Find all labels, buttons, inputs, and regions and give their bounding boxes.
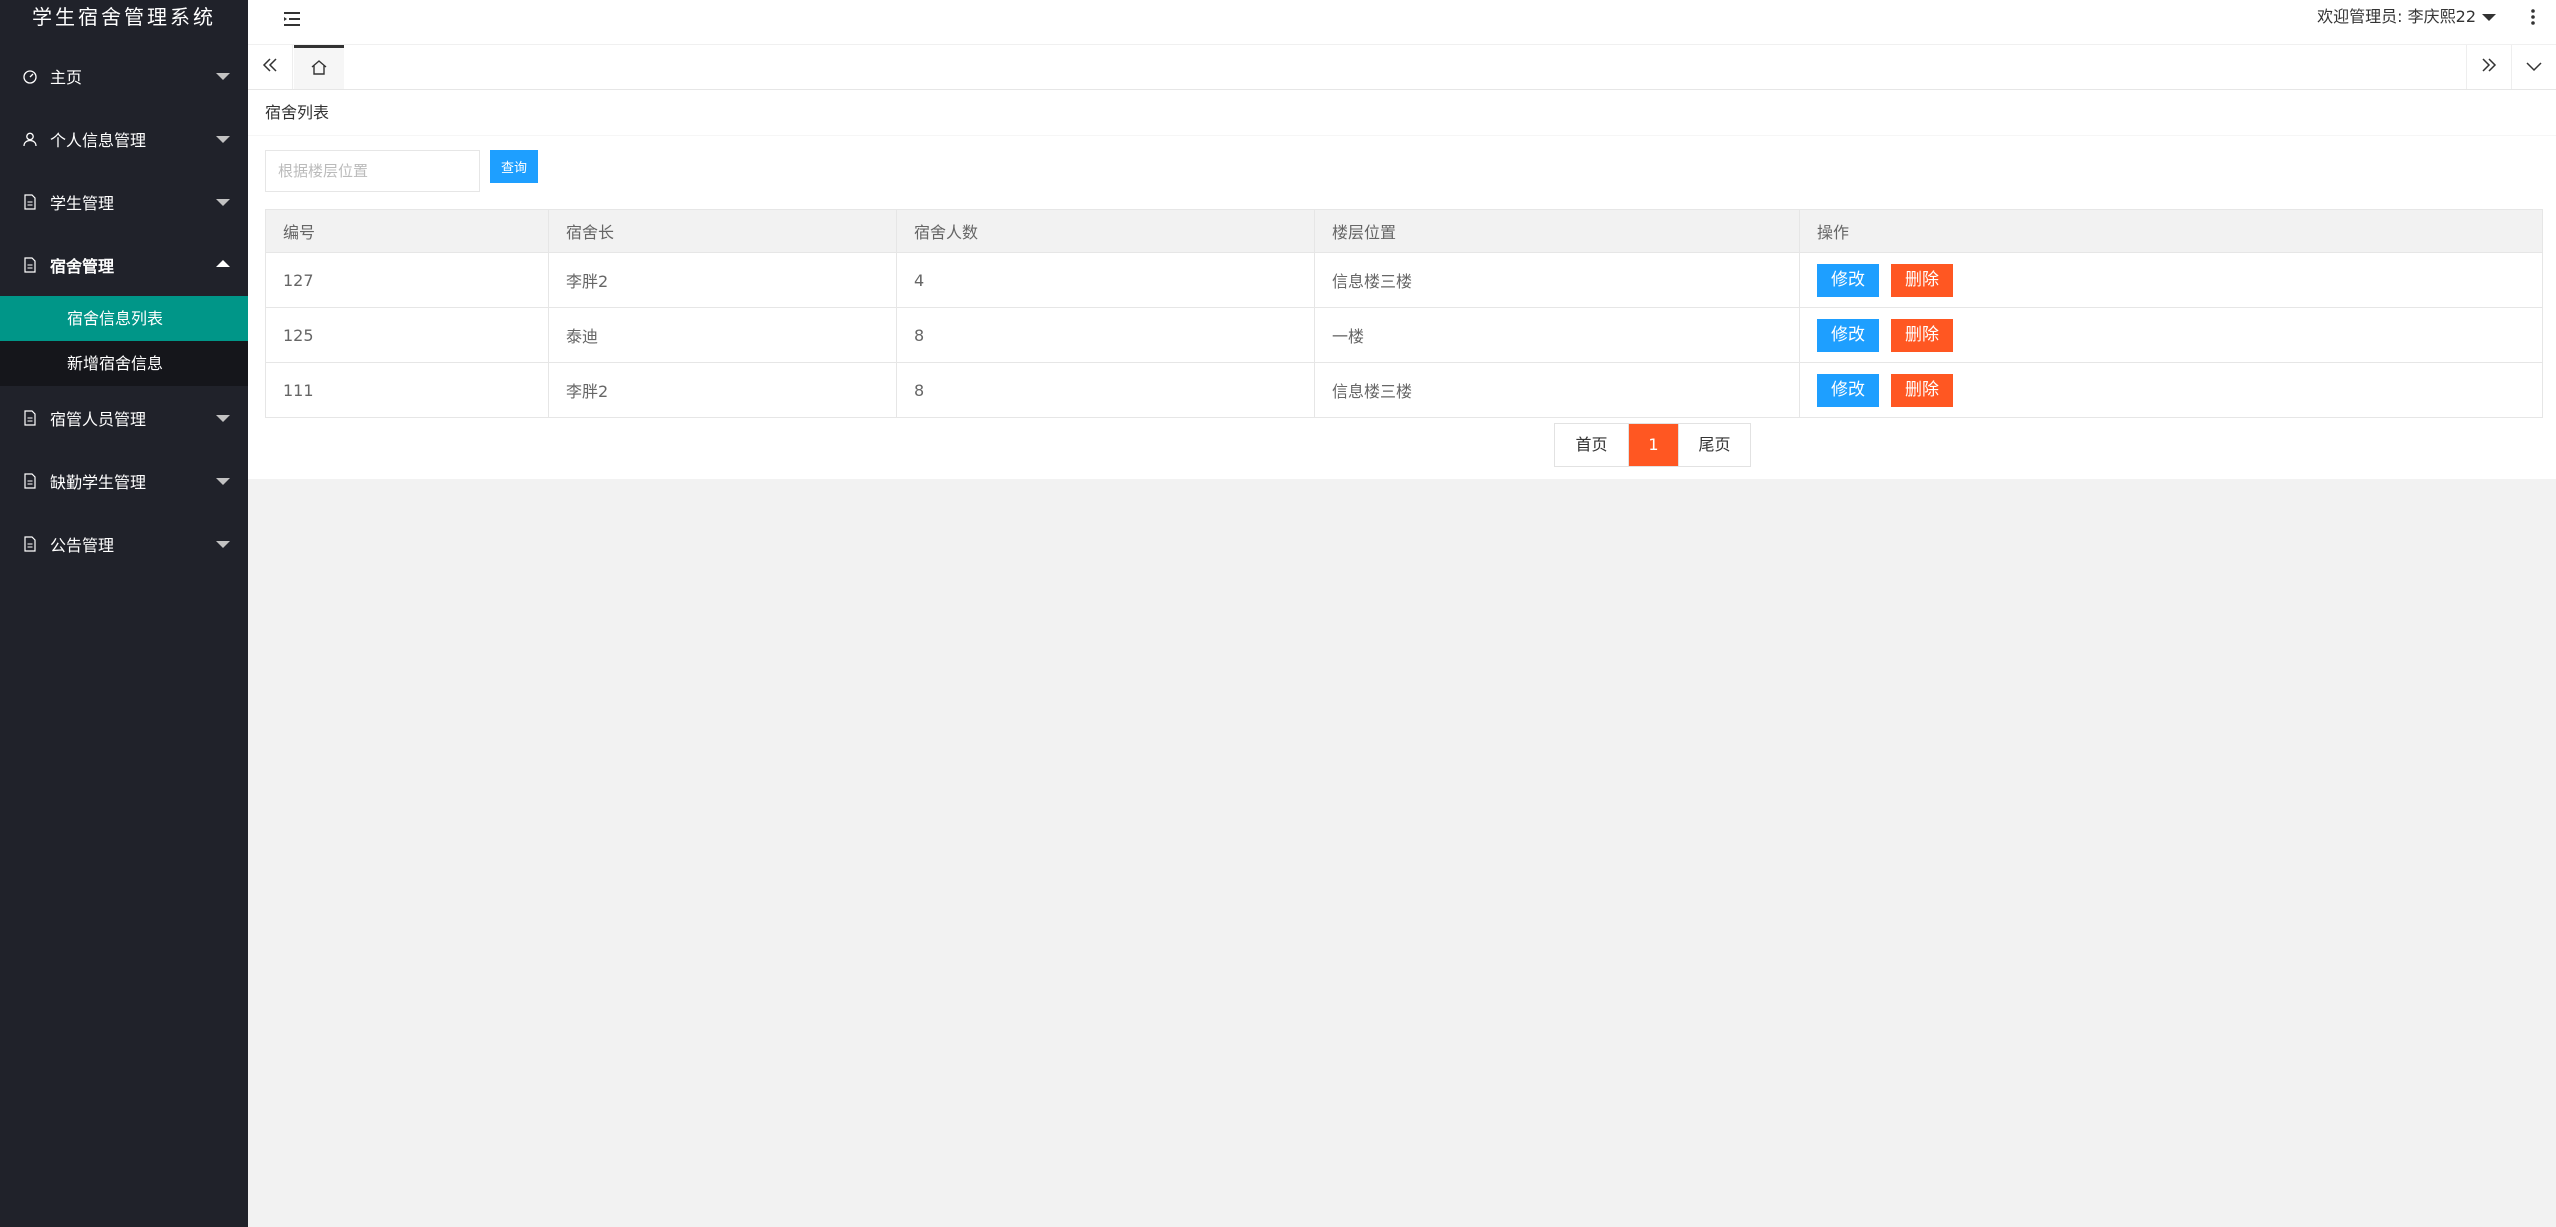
sidebar-subitem-dorm-list[interactable]: 宿舍信息列表 bbox=[0, 296, 248, 341]
search-input[interactable] bbox=[265, 150, 480, 192]
column-header: 宿舍长 bbox=[548, 209, 897, 253]
sidebar-item-label: 缺勤学生管理 bbox=[50, 472, 147, 492]
top-header: 欢迎管理员: 李庆熙22 bbox=[248, 0, 2556, 45]
sidebar-item-label: 宿管人员管理 bbox=[50, 409, 147, 429]
double-chevron-right-icon bbox=[2480, 57, 2498, 77]
double-chevron-left-icon bbox=[261, 57, 279, 77]
cell-floor: 信息楼三楼 bbox=[1314, 362, 1800, 418]
tab-scroll-left-button[interactable] bbox=[248, 45, 293, 89]
edit-button[interactable]: 修改 bbox=[1817, 373, 1879, 407]
welcome-text: 欢迎管理员: 李庆熙22 bbox=[2317, 7, 2476, 26]
sidebar: 学生宿舍管理系统 主页 个人信息管理 学生管理 宿舍管理 宿舍信息列表 新增宿舍… bbox=[0, 0, 248, 1227]
first-page-button[interactable]: 首页 bbox=[1555, 424, 1629, 466]
cell-count: 8 bbox=[896, 362, 1315, 418]
cell-id: 125 bbox=[265, 307, 549, 363]
home-icon bbox=[310, 58, 328, 80]
cell-floor: 一楼 bbox=[1314, 307, 1800, 363]
content-card: 宿舍列表 查询 编号 宿舍长 宿舍人数 楼层位置 操作 127 李胖2 4 信息… bbox=[248, 90, 2556, 479]
tab-home[interactable] bbox=[294, 45, 344, 89]
user-icon bbox=[22, 131, 38, 147]
table-header-row: 编号 宿舍长 宿舍人数 楼层位置 操作 bbox=[265, 209, 2543, 253]
cell-leader: 李胖2 bbox=[548, 362, 897, 418]
caret-down-icon bbox=[2482, 14, 2496, 21]
column-header: 宿舍人数 bbox=[896, 209, 1315, 253]
sidebar-item-label: 宿舍管理 bbox=[50, 256, 115, 276]
sidebar-item-label: 公告管理 bbox=[50, 535, 115, 555]
sidebar-item-absence[interactable]: 缺勤学生管理 bbox=[0, 449, 248, 512]
cell-actions: 修改 删除 bbox=[1799, 362, 2543, 418]
cell-id: 127 bbox=[265, 252, 549, 308]
cell-floor: 信息楼三楼 bbox=[1314, 252, 1800, 308]
cell-leader: 李胖2 bbox=[548, 252, 897, 308]
more-vertical-icon[interactable] bbox=[2530, 8, 2536, 26]
pagination: 首页 1 尾页 bbox=[1554, 423, 1751, 467]
sidebar-item-label: 个人信息管理 bbox=[50, 130, 147, 150]
user-menu[interactable]: 欢迎管理员: 李庆熙22 bbox=[2317, 0, 2496, 34]
cell-count: 4 bbox=[896, 252, 1315, 308]
delete-button[interactable]: 删除 bbox=[1891, 318, 1953, 352]
table-row: 125 泰迪 8 一楼 修改 删除 bbox=[265, 307, 2543, 363]
cell-actions: 修改 删除 bbox=[1799, 252, 2543, 308]
sidebar-item-students[interactable]: 学生管理 bbox=[0, 170, 248, 233]
sidebar-item-home[interactable]: 主页 bbox=[0, 44, 248, 107]
document-icon bbox=[22, 193, 38, 210]
chevron-down-icon bbox=[216, 72, 230, 80]
cell-actions: 修改 删除 bbox=[1799, 307, 2543, 363]
delete-button[interactable]: 删除 bbox=[1891, 263, 1953, 297]
tab-scroll-right-button[interactable] bbox=[2466, 45, 2511, 89]
edit-button[interactable]: 修改 bbox=[1817, 318, 1879, 352]
chevron-down-icon bbox=[216, 540, 230, 548]
sidebar-item-dorm[interactable]: 宿舍管理 bbox=[0, 233, 248, 296]
column-header: 编号 bbox=[265, 209, 549, 253]
page-title: 宿舍列表 bbox=[248, 90, 2556, 136]
last-page-button[interactable]: 尾页 bbox=[1678, 424, 1750, 466]
app-title: 学生宿舍管理系统 bbox=[32, 5, 216, 29]
dorm-submenu: 宿舍信息列表 新增宿舍信息 bbox=[0, 296, 248, 386]
cell-leader: 泰迪 bbox=[548, 307, 897, 363]
chevron-down-icon bbox=[216, 477, 230, 485]
edit-button[interactable]: 修改 bbox=[1817, 263, 1879, 297]
cell-id: 111 bbox=[265, 362, 549, 418]
chevron-down-icon bbox=[2525, 58, 2543, 77]
tab-bar bbox=[248, 45, 2556, 90]
chevron-up-icon bbox=[216, 259, 230, 267]
menu-toggle-icon[interactable] bbox=[282, 9, 302, 29]
delete-button[interactable]: 删除 bbox=[1891, 373, 1953, 407]
document-icon bbox=[22, 409, 38, 426]
sidebar-item-label: 学生管理 bbox=[50, 193, 115, 213]
sidebar-item-notice[interactable]: 公告管理 bbox=[0, 512, 248, 575]
tab-options-button[interactable] bbox=[2511, 45, 2556, 89]
document-icon bbox=[22, 256, 38, 273]
chevron-down-icon bbox=[216, 414, 230, 422]
dashboard-icon bbox=[22, 68, 38, 84]
current-page-button[interactable]: 1 bbox=[1629, 424, 1678, 466]
search-button[interactable]: 查询 bbox=[490, 150, 538, 183]
column-header: 楼层位置 bbox=[1314, 209, 1800, 253]
sidebar-item-label: 主页 bbox=[50, 67, 83, 87]
document-icon bbox=[22, 472, 38, 489]
sidebar-item-staff[interactable]: 宿管人员管理 bbox=[0, 386, 248, 449]
sidebar-subitem-dorm-add[interactable]: 新增宿舍信息 bbox=[0, 341, 248, 386]
document-icon bbox=[22, 535, 38, 552]
chevron-down-icon bbox=[216, 198, 230, 206]
table-row: 127 李胖2 4 信息楼三楼 修改 删除 bbox=[265, 252, 2543, 308]
dorm-table: 编号 宿舍长 宿舍人数 楼层位置 操作 127 李胖2 4 信息楼三楼 修改 删除… bbox=[265, 209, 2543, 418]
table-row: 111 李胖2 8 信息楼三楼 修改 删除 bbox=[265, 362, 2543, 418]
sidebar-item-profile[interactable]: 个人信息管理 bbox=[0, 107, 248, 170]
cell-count: 8 bbox=[896, 307, 1315, 363]
chevron-down-icon bbox=[216, 135, 230, 143]
column-header: 操作 bbox=[1799, 209, 2543, 253]
